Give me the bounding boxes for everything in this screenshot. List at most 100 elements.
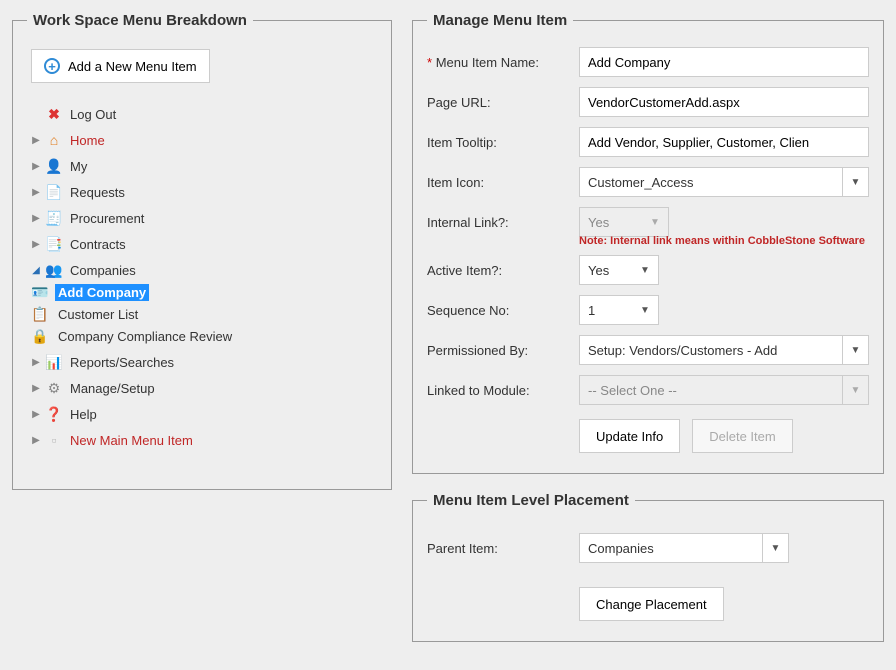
manage-legend: Manage Menu Item [427,12,573,29]
label-tooltip: Item Tooltip: [427,135,579,150]
label-active: Active Item?: [427,263,579,278]
reports-icon: 📊 [45,353,63,371]
label-menu-name: * Menu Item Name: [427,55,579,70]
caret-icon: ▶ [31,135,41,146]
change-placement-button[interactable]: Change Placement [579,587,724,621]
tooltip-input[interactable] [579,127,869,157]
item-icon-select[interactable]: Customer_Access ▼ [579,167,869,197]
parent-item-select[interactable]: Companies ▼ [579,533,789,563]
tree-item-manage[interactable]: ▶ ⚙ Manage/Setup [31,377,377,399]
tree-label: Add Company [55,284,149,301]
help-icon: ❓ [45,405,63,423]
caret-icon: ▶ [31,409,41,420]
tree-item-new-main[interactable]: ▶ ▫ New Main Menu Item [31,429,377,451]
chevron-down-icon: ▼ [842,168,868,196]
tree-item-home[interactable]: ▶ ⌂ Home [31,129,377,151]
contracts-icon: 📑 [45,235,63,253]
placement-legend: Menu Item Level Placement [427,492,635,509]
plus-icon: + [44,58,60,74]
caret-icon: ▶ [31,161,41,172]
tree-label: My [67,158,90,175]
tree-label: Company Compliance Review [55,328,235,345]
internal-link-note: Note: Internal link means within CobbleS… [579,235,869,247]
update-info-button[interactable]: Update Info [579,419,680,453]
label-permission: Permissioned By: [427,343,579,358]
tree-item-help[interactable]: ▶ ❓ Help [31,403,377,425]
caret-icon: ▶ [31,357,41,368]
caret-icon: ▶ [31,187,41,198]
companies-icon: 👥 [45,261,63,279]
tree-item-requests[interactable]: ▶ 📄 Requests [31,181,377,203]
tree-item-customer-list[interactable]: 📋 Customer List [31,303,377,325]
home-icon: ⌂ [45,131,63,149]
caret-icon: ▶ [31,383,41,394]
menu-tree: ✖ Log Out ▶ ⌂ Home ▶ 👤 My ▶ 📄 Requests [31,101,377,453]
tree-label: Companies [67,262,139,279]
menu-name-input[interactable] [579,47,869,77]
add-company-icon: 🪪 [31,283,49,301]
tree-label: Manage/Setup [67,380,158,397]
tree-item-procurement[interactable]: ▶ 🧾 Procurement [31,207,377,229]
chevron-down-icon: ▼ [632,256,658,284]
logout-icon: ✖ [45,105,63,123]
tree-label: Reports/Searches [67,354,177,371]
placement-panel: Menu Item Level Placement Parent Item: C… [412,492,884,642]
compliance-icon: 🔒 [31,327,49,345]
tree-label: Log Out [67,106,119,123]
new-item-icon: ▫ [45,431,63,449]
chevron-down-icon: ▼ [642,208,668,236]
permission-select[interactable]: Setup: Vendors/Customers - Add ▼ [579,335,869,365]
sequence-value: 1 [580,296,632,324]
active-item-value: Yes [580,256,632,284]
manage-menu-item-panel: Manage Menu Item * Menu Item Name: Page … [412,12,884,474]
sequence-select[interactable]: 1 ▼ [579,295,659,325]
tree-label: Procurement [67,210,147,227]
tree-item-my[interactable]: ▶ 👤 My [31,155,377,177]
tree-item-logout[interactable]: ✖ Log Out [31,103,377,125]
chevron-down-icon: ▼ [762,534,788,562]
procurement-icon: 🧾 [45,209,63,227]
tree-label: Customer List [55,306,141,323]
tree-label: Contracts [67,236,129,253]
gear-icon: ⚙ [45,379,63,397]
tree-item-reports[interactable]: ▶ 📊 Reports/Searches [31,351,377,373]
internal-link-value: Yes [580,208,642,236]
tree-label: New Main Menu Item [67,432,196,449]
parent-item-value: Companies [580,534,762,562]
label-module: Linked to Module: [427,383,579,398]
requests-icon: 📄 [45,183,63,201]
tree-label: Home [67,132,108,149]
chevron-down-icon: ▼ [842,376,868,404]
tree-item-contracts[interactable]: ▶ 📑 Contracts [31,233,377,255]
label-parent-item: Parent Item: [427,541,579,556]
tree-label: Requests [67,184,128,201]
add-menu-item-button[interactable]: + Add a New Menu Item [31,49,210,83]
module-value: -- Select One -- [580,376,842,404]
add-menu-item-label: Add a New Menu Item [68,59,197,74]
chevron-down-icon: ▼ [842,336,868,364]
label-page-url: Page URL: [427,95,579,110]
item-icon-value: Customer_Access [580,168,842,196]
page-url-input[interactable] [579,87,869,117]
active-item-select[interactable]: Yes ▼ [579,255,659,285]
label-sequence: Sequence No: [427,303,579,318]
label-icon: Item Icon: [427,175,579,190]
label-internal: Internal Link?: [427,215,579,230]
tree-item-compliance[interactable]: 🔒 Company Compliance Review [31,325,377,347]
workspace-menu-panel: Work Space Menu Breakdown + Add a New Me… [12,12,392,490]
tree-item-add-company[interactable]: 🪪 Add Company [31,281,377,303]
internal-link-select: Yes ▼ [579,207,669,237]
caret-icon: ▶ [31,239,41,250]
user-icon: 👤 [45,157,63,175]
caret-icon: ▶ [31,435,41,446]
chevron-down-icon: ▼ [632,296,658,324]
module-select: -- Select One -- ▼ [579,375,869,405]
workspace-menu-legend: Work Space Menu Breakdown [27,12,253,29]
customer-list-icon: 📋 [31,305,49,323]
permission-value: Setup: Vendors/Customers - Add [580,336,842,364]
caret-icon: ▶ [31,213,41,224]
caret-down-icon: ◢ [31,265,41,276]
delete-item-button: Delete Item [692,419,792,453]
tree-label: Help [67,406,100,423]
tree-item-companies[interactable]: ◢ 👥 Companies [31,259,377,281]
